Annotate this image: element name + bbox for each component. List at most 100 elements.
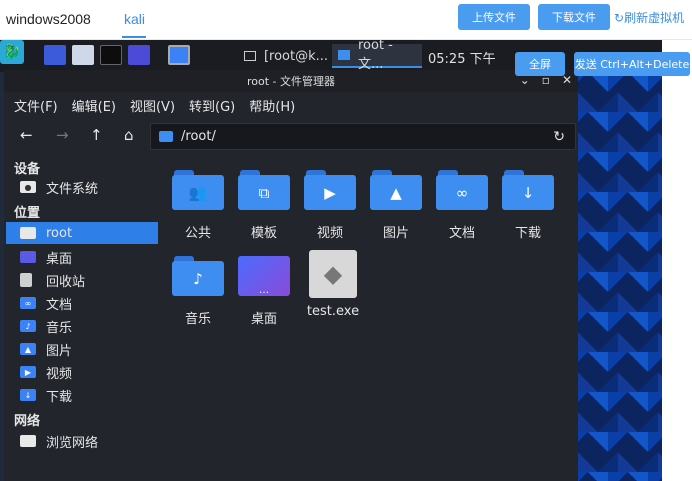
terminal-icon[interactable]: [100, 45, 122, 65]
pictures-folder-icon: ▲: [20, 343, 36, 355]
back-arrow-icon[interactable]: ←: [20, 126, 33, 144]
fullscreen-button[interactable]: 全屏: [515, 52, 565, 76]
menu-go[interactable]: 转到(G): [189, 96, 235, 115]
window-titlebar[interactable]: root - 文件管理器 ⌄ ▫ ✕: [4, 70, 578, 92]
disk-icon: ●: [20, 181, 36, 193]
page-root: windows2008 kali 上传文件 下载文件 ↻刷新虚拟机 全屏 发送 …: [0, 0, 692, 481]
sidebar-item-root[interactable]: root: [6, 222, 158, 244]
path-folder-icon: [159, 131, 173, 142]
folder-task-icon: [338, 50, 350, 60]
file-item-videos[interactable]: ▶ 视频: [298, 170, 362, 241]
remote-desktop[interactable]: 🐉 [root@k... root - 文... 05:25 下午 root -…: [0, 40, 662, 481]
refresh-vm-button[interactable]: ↻刷新虚拟机: [614, 9, 684, 26]
sidebar-item-documents[interactable]: ∞ 文档: [6, 292, 158, 314]
sidebar-item-label: 桌面: [46, 251, 73, 267]
desktop-icon: [20, 251, 36, 263]
sidebar-heading-places: 位置: [14, 206, 41, 221]
reload-icon[interactable]: ↻: [553, 129, 565, 145]
navigation-bar: ← → ↑ ⌂ /root/ ↻: [4, 118, 578, 154]
sidebar: 设备 ● 文件系统 位置 root 桌面 回收站 ∞ 文档 ♪ 音乐 ▲ 图片 …: [4, 156, 158, 481]
path-text: /root/: [181, 129, 216, 144]
attachment-icon: ∞: [436, 170, 488, 210]
sidebar-heading-devices: 设备: [14, 162, 41, 177]
image-icon: ▲: [370, 170, 422, 210]
trash-icon: [20, 273, 32, 287]
download-file-button[interactable]: 下载文件: [538, 4, 610, 30]
app-launcher-icon[interactable]: [128, 45, 150, 65]
sidebar-item-trash[interactable]: 回收站: [6, 269, 158, 291]
sidebar-item-downloads[interactable]: ↓ 下载: [6, 384, 158, 406]
menu-view[interactable]: 视图(V): [130, 96, 175, 115]
file-item-music[interactable]: ♪ 音乐: [166, 256, 230, 327]
sidebar-item-pictures[interactable]: ▲ 图片: [6, 338, 158, 360]
file-item-label: 图片: [382, 226, 409, 241]
people-icon: 👥: [172, 170, 224, 210]
documents-folder-icon: ∞: [20, 297, 36, 309]
video-icon: ▶: [304, 170, 356, 210]
menu-help[interactable]: 帮助(H): [249, 96, 295, 115]
terminal-task-icon: [244, 51, 256, 61]
active-tab-indicator: [122, 36, 146, 38]
videos-folder-icon: ▶: [20, 366, 36, 378]
refresh-icon: ↻: [614, 11, 625, 25]
desktop-wallpaper: [578, 72, 662, 481]
desktop-icon: …: [238, 256, 290, 296]
sidebar-item-label: 回收站: [46, 274, 86, 290]
workspace-icon[interactable]: [168, 45, 190, 65]
file-item-test-exe[interactable]: ◆ test.exe: [298, 250, 368, 319]
upload-file-button[interactable]: 上传文件: [458, 4, 530, 30]
path-input[interactable]: /root/ ↻: [150, 123, 576, 150]
downloads-folder-icon: ↓: [20, 389, 36, 401]
music-folder-icon: ♪: [20, 320, 36, 332]
download-icon: ↓: [502, 170, 554, 210]
taskbar-terminal-label: [root@k...: [263, 48, 328, 64]
file-item-label: 下载: [514, 226, 541, 241]
file-item-pictures[interactable]: ▲ 图片: [364, 170, 428, 241]
top-toolbar: windows2008 kali 上传文件 下载文件 ↻刷新虚拟机: [0, 0, 692, 40]
kali-menu-icon[interactable]: 🐉: [0, 40, 24, 64]
file-item-desktop[interactable]: … 桌面: [232, 256, 296, 327]
refresh-vm-label: 刷新虚拟机: [624, 11, 685, 25]
taskbar-file-manager[interactable]: root - 文...: [332, 40, 422, 72]
file-item-templates[interactable]: ⧉ 模板: [232, 170, 296, 241]
up-arrow-icon[interactable]: ↑: [90, 126, 103, 144]
file-grid: 👥 公共 ⧉ 模板 ▶ 视频 ▲ 图片 ∞ 文档 ↓ 下载 ♪ 音乐 … 桌面 …: [162, 156, 576, 481]
sidebar-item-label: root: [46, 225, 73, 241]
file-item-label: test.exe: [306, 304, 360, 319]
panel-clock[interactable]: 05:25 下午: [428, 48, 496, 67]
tab-windows2008[interactable]: windows2008: [6, 11, 91, 27]
sidebar-item-label: 浏览网络: [46, 435, 99, 451]
send-ctrl-alt-delete-button[interactable]: 发送 Ctrl+Alt+Delete: [574, 52, 690, 76]
file-item-label: 桌面: [250, 312, 277, 327]
menu-bar: 文件(F) 编辑(E) 视图(V) 转到(G) 帮助(H): [4, 92, 578, 118]
menu-file[interactable]: 文件(F): [14, 96, 58, 115]
sidebar-item-videos[interactable]: ▶ 视频: [6, 361, 158, 383]
sidebar-item-label: 图片: [46, 343, 73, 359]
file-item-documents[interactable]: ∞ 文档: [430, 170, 494, 241]
file-manager-icon[interactable]: [72, 45, 94, 65]
taskbar-terminal[interactable]: [root@k...: [238, 44, 328, 68]
taskbar-file-manager-label: root - 文...: [357, 40, 393, 72]
show-desktop-icon[interactable]: [44, 45, 66, 65]
file-item-public[interactable]: 👥 公共: [166, 170, 230, 241]
tab-kali[interactable]: kali: [124, 11, 145, 27]
menu-edit[interactable]: 编辑(E): [72, 96, 116, 115]
file-item-label: 公共: [184, 226, 211, 241]
home-folder-icon: [20, 227, 36, 239]
sidebar-item-browse-network[interactable]: 浏览网络: [6, 430, 158, 452]
file-item-label: 音乐: [184, 312, 211, 327]
sidebar-item-desktop[interactable]: 桌面: [6, 246, 158, 268]
home-icon[interactable]: ⌂: [124, 126, 134, 144]
sidebar-item-label: 下载: [46, 389, 73, 405]
sidebar-item-music[interactable]: ♪ 音乐: [6, 315, 158, 337]
file-manager-window: root - 文件管理器 ⌄ ▫ ✕ 文件(F) 编辑(E) 视图(V) 转到(…: [4, 70, 578, 481]
sidebar-heading-network: 网络: [14, 414, 41, 429]
file-item-label: 文档: [448, 226, 475, 241]
file-item-downloads[interactable]: ↓ 下载: [496, 170, 560, 241]
sidebar-item-label: 音乐: [46, 320, 73, 336]
sidebar-item-label: 视频: [46, 366, 73, 382]
forward-arrow-icon[interactable]: →: [56, 126, 69, 144]
file-item-label: 模板: [250, 226, 277, 241]
file-item-label: 视频: [316, 226, 343, 241]
sidebar-item-filesystem[interactable]: ● 文件系统: [6, 176, 158, 198]
